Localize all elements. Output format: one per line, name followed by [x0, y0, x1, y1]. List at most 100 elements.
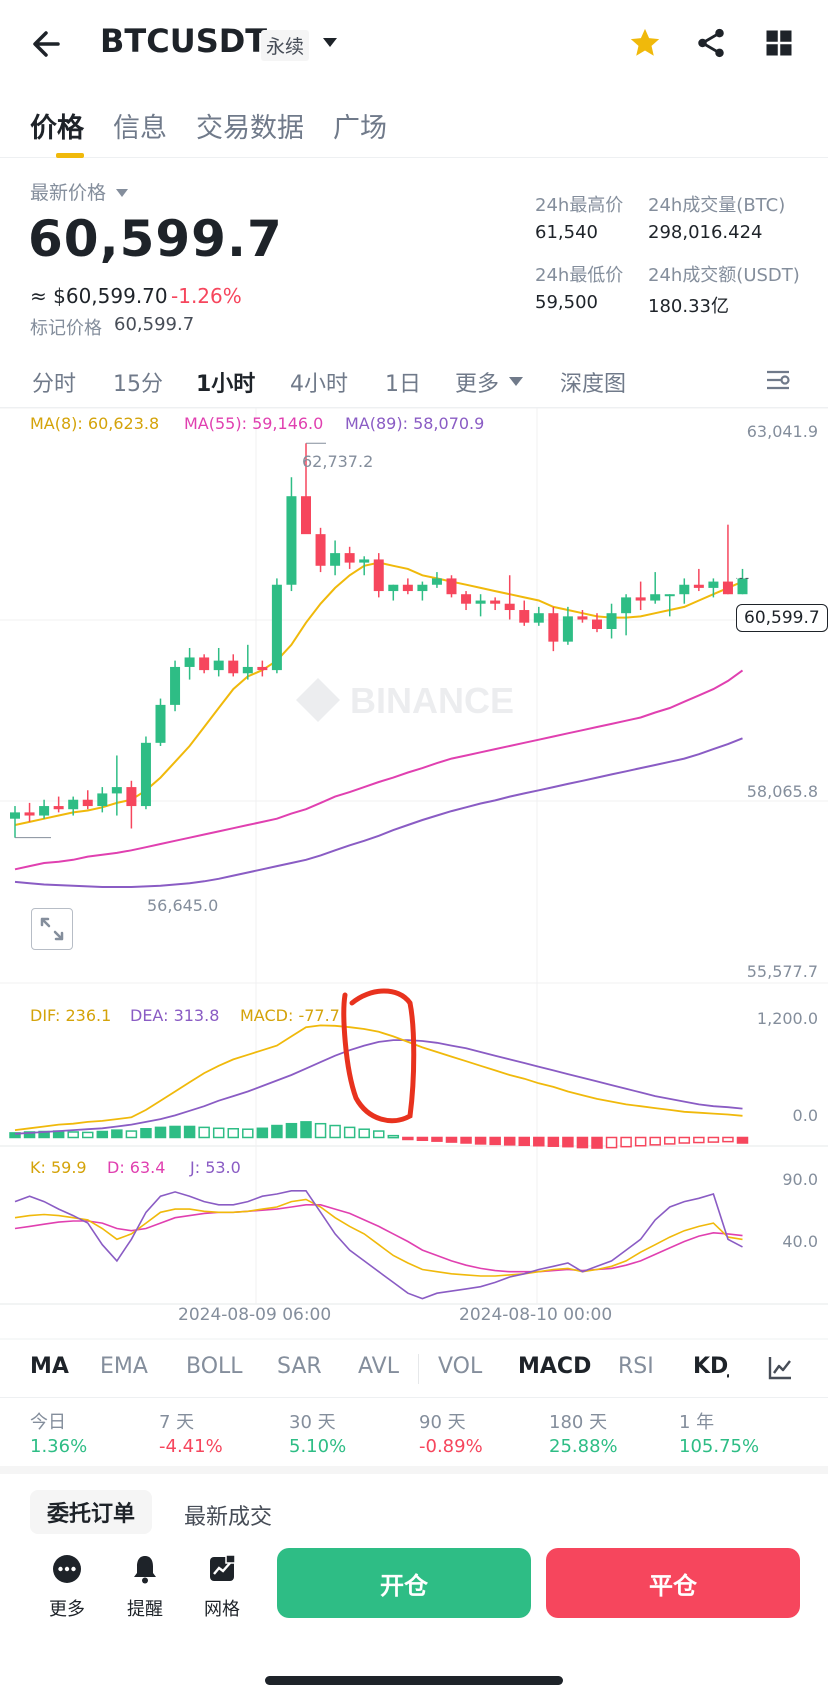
high-24h-label: 24h最高价 [535, 195, 624, 216]
indicator-bottom-divider [0, 1397, 828, 1398]
macd-bar [474, 1136, 487, 1145]
main-tabs: 价格 信息 交易数据 广场 [0, 96, 828, 158]
grid-bot-icon [210, 1554, 236, 1581]
candle-body [242, 666, 253, 674]
perf-90d-value: -0.89% [419, 1436, 483, 1457]
indicator-macd[interactable]: MACD [518, 1354, 591, 1379]
symbol-dropdown-icon[interactable] [320, 34, 340, 50]
tab-latest-trades[interactable]: 最新成交 [184, 1499, 272, 1531]
tab-open-orders[interactable]: 委托订单 [30, 1490, 152, 1534]
grid-menu-icon[interactable] [764, 28, 794, 58]
symbol-title[interactable]: BTCUSDT [100, 22, 267, 60]
indicator-kdj[interactable]: KDJ [693, 1354, 729, 1379]
macd-bar [576, 1136, 589, 1149]
tab-trading-data[interactable]: 交易数据 [196, 106, 304, 145]
bottom-more[interactable]: 更多 [37, 1553, 97, 1621]
high-annotation: 62,737.2 [302, 452, 374, 471]
candle-body [461, 594, 472, 604]
d-line [14, 1203, 743, 1273]
bottom-grid[interactable]: 网格 [192, 1553, 252, 1621]
chart-canvas[interactable]: BINANCE [0, 407, 828, 1340]
indicator-boll[interactable]: BOLL [186, 1354, 243, 1379]
time-axis-label-2: 2024-08-10 00:00 [459, 1305, 613, 1325]
macd-bar [445, 1136, 458, 1143]
ma55-legend: MA(55): 59,146.0 [184, 414, 324, 433]
moving-averages [14, 561, 744, 888]
indicator-ema[interactable]: EMA [100, 1354, 148, 1379]
contract-type-badge: 永续 [261, 30, 310, 61]
candle-body [53, 806, 64, 810]
more-dropdown-icon[interactable] [508, 373, 524, 387]
low-24h-label: 24h最低价 [535, 265, 624, 286]
tab-square[interactable]: 广场 [333, 106, 387, 145]
vol-btc-value: 298,016.424 [648, 222, 763, 243]
last-price-label[interactable]: 最新价格 [30, 178, 106, 205]
macd-bar [154, 1126, 167, 1139]
close-position-button[interactable]: 平仓 [546, 1548, 800, 1618]
candle-body [213, 660, 224, 671]
macd-bar [387, 1134, 400, 1139]
perf-today-label: 今日 [30, 1412, 66, 1433]
macd-bar [169, 1125, 181, 1139]
chart-grid [0, 407, 828, 1340]
time-axis-label-1: 2024-08-09 06:00 [178, 1305, 332, 1325]
perf-7d-value: -4.41% [159, 1436, 223, 1457]
chart-settings-icon[interactable] [764, 366, 792, 394]
expand-chart-icon[interactable] [31, 908, 73, 950]
macd-axis-top: 1,200.0 [756, 1009, 818, 1028]
j-legend: J: 53.0 [190, 1158, 241, 1177]
macd-bar [707, 1136, 720, 1143]
perf-30d-value: 5.10% [289, 1436, 347, 1457]
low-annotation: 56,645.0 [147, 896, 219, 915]
perf-1y-label: 1 年 [679, 1412, 715, 1433]
timeframe-depth[interactable]: 深度图 [560, 366, 626, 398]
macd-bar [620, 1136, 632, 1148]
indicator-ma[interactable]: MA [30, 1354, 69, 1379]
timeframe-4h[interactable]: 4小时 [290, 366, 348, 398]
candle-body [388, 584, 399, 592]
candle-body [286, 496, 297, 585]
indicator-settings-icon[interactable] [766, 1354, 794, 1382]
candle-body [126, 787, 137, 807]
candle-body [504, 603, 515, 611]
indicator-rsi[interactable]: RSI [618, 1354, 654, 1379]
candle-body [490, 600, 501, 604]
bottom-alert[interactable]: 提醒 [115, 1553, 175, 1621]
macd-bar [343, 1126, 356, 1139]
candle-body [315, 534, 326, 566]
price-chart[interactable]: BINANCE MA(8): 60,623.8 MA(55): 59,146.0… [0, 407, 828, 1340]
macd-bar [329, 1124, 341, 1139]
share-icon[interactable] [694, 26, 728, 60]
candle-body [39, 806, 50, 816]
tab-price[interactable]: 价格 [30, 106, 84, 145]
timeframe-15m[interactable]: 15分 [113, 366, 163, 398]
macd-bar [227, 1128, 239, 1139]
macd-bar [722, 1136, 734, 1143]
macd-bar [547, 1136, 560, 1147]
macd-axis-zero: 0.0 [792, 1106, 818, 1125]
macd-bar [373, 1130, 385, 1139]
binance-watermark: BINANCE [296, 678, 514, 722]
back-arrow-icon[interactable] [28, 26, 68, 62]
indicator-sar[interactable]: SAR [277, 1354, 322, 1379]
timeframe-time[interactable]: 分时 [32, 366, 76, 398]
timeframe-1d[interactable]: 1日 [385, 366, 421, 398]
candle-body [548, 613, 559, 642]
candle-body [446, 578, 457, 595]
candles [10, 442, 749, 839]
candle-body [475, 600, 486, 604]
tab-info[interactable]: 信息 [113, 106, 167, 145]
macd-bar [242, 1128, 254, 1139]
indicator-vol[interactable]: VOL [438, 1354, 482, 1379]
open-position-button[interactable]: 开仓 [277, 1548, 531, 1618]
last-price-value: 60,599.7 [28, 210, 283, 268]
timeframe-1h[interactable]: 1小时 [196, 366, 255, 398]
macd-bar [431, 1136, 443, 1142]
macd-bar [256, 1127, 269, 1139]
candle-body [228, 660, 239, 674]
favorite-star-icon[interactable] [628, 26, 662, 60]
last-price-dropdown-icon[interactable] [115, 184, 129, 197]
indicator-avl[interactable]: AVL [358, 1354, 399, 1379]
timeframe-more[interactable]: 更多 [455, 366, 499, 398]
kdj-axis-90: 90.0 [782, 1170, 818, 1189]
